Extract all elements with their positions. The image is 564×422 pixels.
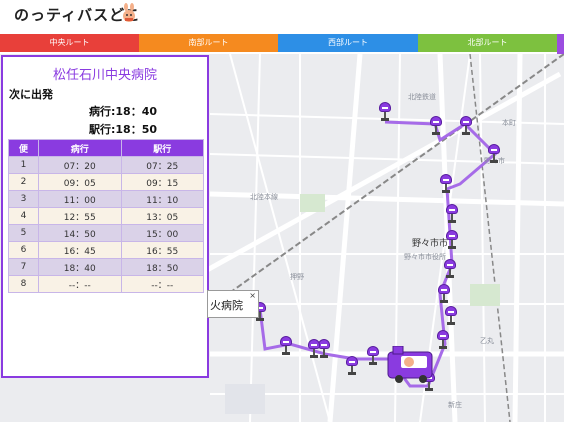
map-label-shinjo: 新庄 [448,401,462,409]
table-row: 2 09：05 09：15 [8,173,204,191]
cell-trip: 4 [8,207,39,225]
cell-hospital: --：-- [38,275,122,293]
cell-hospital: 18：40 [38,258,122,276]
map-popup: 火病院 × [207,290,259,318]
bus-stop-marker[interactable] [367,346,379,366]
popup-text: 火病院 [210,299,243,312]
timetable: 便 病行 駅行 1 07：20 07：25 2 09：05 09：15 3 11… [8,139,204,293]
close-icon[interactable]: × [249,291,256,300]
map-label-city-office: 野々市市役所 [404,253,446,261]
table-row: 3 11：00 11：10 [8,190,204,208]
cell-hospital: 07：20 [38,156,122,174]
cell-trip: 3 [8,190,39,208]
header-hospital: 病行 [38,139,122,157]
table-row: 1 07：20 07：25 [8,156,204,174]
timetable-header: 便 病行 駅行 [8,139,204,157]
map-label-city: 野々市市 [412,239,449,249]
stop-name: 松任石川中央病院 [52,68,157,83]
cell-trip: 1 [8,156,39,174]
cell-hospital: 12：55 [38,207,122,225]
bus-stop-marker[interactable] [430,116,442,136]
cell-station: 07：25 [120,156,204,174]
tab-west-route[interactable]: 西部ルート [278,34,418,52]
map-label-railway-2: 北陸鉄道 [408,93,436,101]
header-station: 駅行 [120,139,204,157]
header-trip: 便 [8,139,39,157]
cell-hospital: 09：05 [38,173,122,191]
cell-station: 09：15 [120,173,204,191]
map-label-oshino: 押野 [290,273,304,281]
cell-station: 15：00 [120,224,204,242]
cell-station: 16：55 [120,241,204,259]
cell-trip: 7 [8,258,39,276]
tab-central-route[interactable]: 中央ルート [0,34,139,52]
cell-station: 11：10 [120,190,204,208]
bus-stop-marker[interactable] [444,259,456,279]
cell-station: --：-- [120,275,204,293]
header: のっティバスどこ [0,0,564,34]
table-row: 6 16：45 16：55 [8,241,204,259]
cell-station: 18：50 [120,258,204,276]
tab-north-route[interactable]: 北部ルート [418,34,557,52]
table-row: 5 14：50 15：00 [8,224,204,242]
bus-stop-marker[interactable] [488,144,500,164]
table-row: 4 12：55 13：05 [8,207,204,225]
bus-stop-marker[interactable] [308,339,320,359]
bus-stop-marker[interactable] [446,204,458,224]
bus-stop-marker[interactable] [460,116,472,136]
bus-stop-marker[interactable] [437,330,449,350]
bus-stop-marker[interactable] [440,174,452,194]
bus-stop-marker[interactable] [346,356,358,376]
map-label-otomaru: 乙丸 [480,337,494,345]
cell-station: 13：05 [120,207,204,225]
cell-hospital: 11：00 [38,190,122,208]
cell-trip: 8 [8,275,39,293]
map-label-honmachi: 本町 [502,119,516,127]
bus-stop-marker[interactable] [446,230,458,250]
map-label-railway-1: 北陸本線 [250,193,278,201]
next-departure-label: 次に出発 [9,88,53,101]
mascot-icon [123,3,135,22]
tab-extra-route[interactable] [557,34,564,54]
bus-icon[interactable] [387,346,435,384]
bus-stop-marker[interactable] [280,336,292,356]
app-root: のっティバスどこ 中央ルート 南部ルート 西部ルート 北部ルート 野々市市 野々… [0,0,564,422]
tab-south-route[interactable]: 南部ルート [139,34,278,52]
table-row: 8 --：-- --：-- [8,275,204,293]
table-row: 7 18：40 18：50 [8,258,204,276]
cell-trip: 5 [8,224,39,242]
cell-trip: 2 [8,173,39,191]
cell-hospital: 14：50 [38,224,122,242]
bus-stop-marker[interactable] [438,284,450,304]
bus-stop-marker[interactable] [445,306,457,326]
cell-hospital: 16：45 [38,241,122,259]
route-tabs: 中央ルート 南部ルート 西部ルート 北部ルート [0,34,564,54]
next-departure-station: 駅行:18：50 [88,123,157,136]
bus-stop-marker[interactable] [379,102,391,122]
cell-trip: 6 [8,241,39,259]
next-departure-hospital: 病行:18：40 [88,105,157,118]
stop-info-panel: 松任石川中央病院 次に出発 病行:18：40 駅行:18：50 便 病行 駅行 … [1,55,209,378]
